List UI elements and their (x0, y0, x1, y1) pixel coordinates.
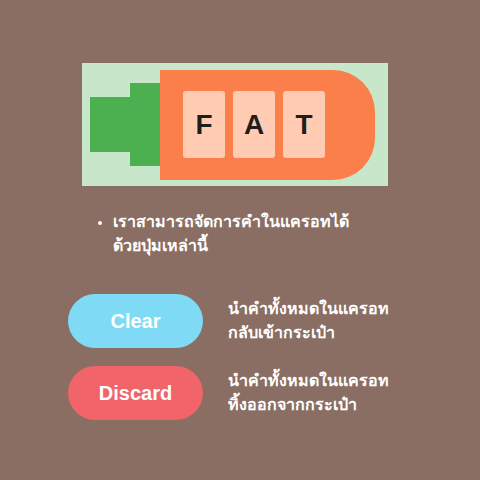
action-description: นำคำทั้งหมดในแครอทกลับเข้ากระเป๋า (228, 297, 389, 345)
note-item: เราสามารถจัดการคำในแครอทได้ด้วยปุ่มเหล่า… (113, 210, 460, 258)
description-line: นำคำทั้งหมดในแครอท (228, 369, 389, 393)
letter-tile[interactable]: A (233, 91, 275, 158)
action-row: Clear นำคำทั้งหมดในแครอทกลับเข้ากระเป๋า (68, 294, 480, 348)
description-line: ทิ้งออกจากกระเป๋า (228, 393, 389, 417)
action-list: Clearนำคำทั้งหมดในแครอทกลับเข้ากระเป๋าDi… (0, 294, 480, 420)
carrot-body: FAT (160, 70, 375, 180)
description-line: กลับเข้ากระเป๋า (228, 321, 389, 345)
carrot-leaf-icon (130, 83, 160, 166)
action-row: Discard นำคำทั้งหมดในแครอททิ้งออกจากกระเป… (68, 366, 480, 420)
carrot-stem-icon (90, 97, 130, 152)
description-line: นำคำทั้งหมดในแครอท (228, 297, 389, 321)
help-note: เราสามารถจัดการคำในแครอทได้ด้วยปุ่มเหล่า… (0, 210, 480, 258)
note-line: เราสามารถจัดการคำในแครอทได้ (113, 210, 460, 234)
letter-tile[interactable]: T (283, 91, 325, 158)
discard-button[interactable]: Discard (68, 366, 203, 420)
carrot-banner: FAT (82, 63, 388, 186)
action-description: นำคำทั้งหมดในแครอททิ้งออกจากกระเป๋า (228, 369, 389, 417)
clear-button[interactable]: Clear (68, 294, 203, 348)
letter-tile[interactable]: F (183, 91, 225, 158)
note-line: ด้วยปุ่มเหล่านี้ (113, 234, 460, 258)
